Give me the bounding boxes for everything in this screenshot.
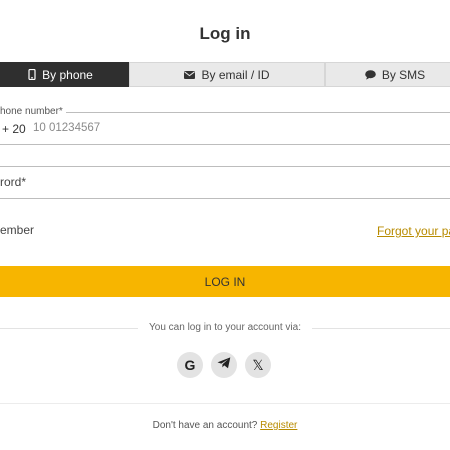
phone-icon bbox=[28, 69, 36, 80]
phone-input[interactable]: 10 01234567 bbox=[33, 122, 100, 134]
signup-prompt: Don't have an account? Register bbox=[0, 420, 450, 431]
remember-me-checkbox[interactable]: ember bbox=[0, 223, 34, 237]
tab-by-email[interactable]: By email / ID bbox=[129, 62, 325, 87]
country-code-select[interactable]: + 20 bbox=[2, 122, 26, 136]
login-button[interactable]: LOG IN bbox=[0, 266, 450, 297]
signup-text: Don't have an account? bbox=[152, 420, 258, 431]
tab-by-phone[interactable]: By phone bbox=[0, 62, 129, 87]
register-link[interactable]: Register bbox=[260, 420, 297, 431]
telegram-login-button[interactable] bbox=[211, 352, 237, 378]
password-field[interactable] bbox=[0, 166, 450, 199]
google-login-button[interactable]: G bbox=[177, 352, 203, 378]
forgot-password-link[interactable]: Forgot your pa bbox=[377, 224, 450, 238]
envelope-icon bbox=[184, 70, 196, 79]
telegram-icon bbox=[217, 356, 231, 374]
phone-field-label: hone number* bbox=[0, 106, 66, 117]
social-login-caption: You can log in to your account via: bbox=[149, 322, 301, 333]
chat-bubble-icon bbox=[365, 69, 376, 80]
tab-by-sms[interactable]: By SMS bbox=[325, 62, 450, 87]
tab-label: By email / ID bbox=[201, 67, 270, 82]
x-icon: 𝕏 bbox=[252, 356, 264, 373]
tab-label: By SMS bbox=[381, 67, 426, 82]
password-label: rord* bbox=[0, 175, 27, 189]
x-login-button[interactable]: 𝕏 bbox=[245, 352, 271, 378]
tab-label: By phone bbox=[42, 67, 93, 82]
page-title: Log in bbox=[199, 24, 251, 43]
bottom-divider bbox=[0, 403, 450, 404]
google-icon: G bbox=[184, 357, 196, 373]
